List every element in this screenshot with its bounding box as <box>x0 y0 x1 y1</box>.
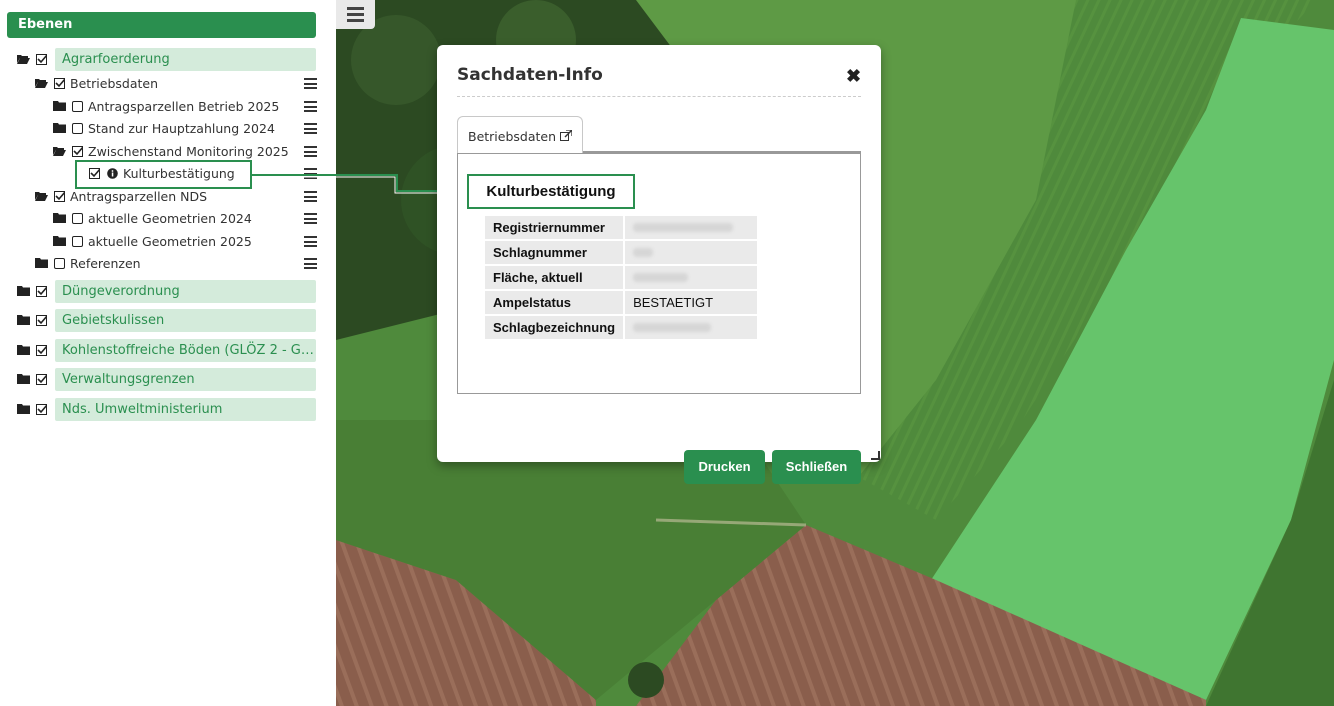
folder-icon <box>17 404 30 414</box>
folder-open-icon <box>17 55 30 64</box>
resize-handle-icon[interactable] <box>870 450 880 460</box>
folder-icon <box>53 123 66 133</box>
tree-group-umweltministerium[interactable] <box>17 398 52 420</box>
tree-group-verwaltungsgrenzen[interactable] <box>17 368 52 390</box>
tree-group-agrarfoerderung[interactable] <box>17 48 52 70</box>
folder-open-icon <box>35 192 48 201</box>
tree-group-label[interactable]: Verwaltungsgrenzen <box>55 368 316 391</box>
tree-item-geometrien-2024[interactable]: aktuelle Geometrien 2024 <box>53 207 252 229</box>
tree-item-label: aktuelle Geometrien 2025 <box>88 233 252 249</box>
tree-group-label[interactable]: Agrarfoerderung <box>55 48 316 71</box>
folder-open-icon <box>35 79 48 88</box>
external-link-icon[interactable] <box>560 129 573 142</box>
checkbox-checked-icon[interactable] <box>72 145 83 157</box>
checkbox-checked-icon[interactable] <box>36 373 47 385</box>
attribute-value <box>625 266 758 289</box>
layer-menu-icon[interactable] <box>304 78 317 89</box>
checkbox-checked-icon[interactable] <box>36 314 47 326</box>
attribute-value: BESTAETIGT <box>625 291 758 314</box>
tree-group-label[interactable]: Nds. Umweltministerium <box>55 398 316 421</box>
menu-toggle-button[interactable] <box>336 0 375 29</box>
checkbox-checked-icon[interactable] <box>36 285 47 297</box>
attribute-table: Registriernummer Schlagnummer Fläche, ak… <box>483 214 759 341</box>
table-row: Ampelstatus BESTAETIGT <box>485 291 758 314</box>
tree-item-label: Antragsparzellen Betrieb 2025 <box>88 98 280 114</box>
tree-group-kohlenstoffreiche-boeden[interactable] <box>17 339 52 361</box>
attribute-key: Registriernummer <box>485 216 624 239</box>
tree-group-label[interactable]: Düngeverordnung <box>55 280 316 303</box>
checkbox-checked-icon[interactable] <box>54 190 65 202</box>
redacted-value <box>633 323 712 332</box>
tree-group-label[interactable]: Gebietskulissen <box>55 309 316 332</box>
folder-icon <box>17 345 30 355</box>
layer-menu-icon[interactable] <box>304 213 317 224</box>
attribute-key: Schlagbezeichnung <box>485 316 624 339</box>
layer-menu-icon[interactable] <box>304 146 317 157</box>
tree-item-antragsparzellen-nds[interactable]: Antragsparzellen NDS <box>35 185 207 207</box>
checkbox-empty-icon[interactable] <box>54 257 65 269</box>
tab-label: Betriebsdaten <box>468 129 557 144</box>
attribute-value <box>625 216 758 239</box>
dialog-title: Sachdaten-Info <box>457 65 603 85</box>
tree-item-antragsparzellen-betrieb[interactable]: Antragsparzellen Betrieb 2025 <box>53 95 279 117</box>
close-button[interactable]: Schließen <box>772 450 861 484</box>
checkbox-checked-icon[interactable] <box>36 53 47 65</box>
table-row: Schlagbezeichnung <box>485 316 758 339</box>
attribute-value <box>625 241 758 264</box>
folder-icon <box>53 213 66 223</box>
attribute-key: Ampelstatus <box>485 291 624 314</box>
folder-icon <box>35 258 48 268</box>
close-icon[interactable]: ✖ <box>846 66 861 87</box>
tree-item-label: aktuelle Geometrien 2024 <box>88 210 252 226</box>
folder-icon <box>17 315 30 325</box>
layer-heading: Kulturbestätigung <box>467 174 635 209</box>
checkbox-empty-icon[interactable] <box>72 100 83 112</box>
folder-icon <box>53 236 66 246</box>
tree-group-label[interactable]: Kohlenstoffreiche Böden (GLÖZ 2 - Gebiet… <box>55 339 316 362</box>
layer-menu-icon[interactable] <box>304 123 317 134</box>
checkbox-empty-icon[interactable] <box>72 235 83 247</box>
checkbox-checked-icon[interactable] <box>36 344 47 356</box>
tree-item-zwischenstand-monitoring[interactable]: Zwischenstand Monitoring 2025 <box>53 140 289 162</box>
attribute-key: Fläche, aktuell <box>485 266 624 289</box>
folder-icon <box>17 374 30 384</box>
tree-item-label: Antragsparzellen NDS <box>70 188 208 204</box>
redacted-value <box>633 273 689 282</box>
tree-group-duengeverordnung[interactable] <box>17 280 52 302</box>
checkbox-empty-icon[interactable] <box>72 212 83 224</box>
attribute-value <box>625 316 758 339</box>
folder-icon <box>17 286 30 296</box>
layer-sidebar: Ebenen Agrarfoerderung Betriebsdaten Ant… <box>0 0 336 706</box>
table-row: Schlagnummer <box>485 241 758 264</box>
layer-menu-icon[interactable] <box>304 258 317 269</box>
tree-item-label: Stand zur Hauptzahlung 2024 <box>88 120 275 136</box>
print-button[interactable]: Drucken <box>684 450 765 484</box>
tree-item-label: Zwischenstand Monitoring 2025 <box>88 143 289 159</box>
tree-item-stand-hauptzahlung[interactable]: Stand zur Hauptzahlung 2024 <box>53 117 275 139</box>
divider <box>457 96 861 97</box>
layer-menu-icon[interactable] <box>304 101 317 112</box>
table-row: Fläche, aktuell <box>485 266 758 289</box>
redacted-value <box>633 248 654 257</box>
layers-header[interactable]: Ebenen <box>7 12 316 38</box>
tab-betriebsdaten[interactable]: Betriebsdaten <box>457 116 583 153</box>
table-row: Registriernummer <box>485 216 758 239</box>
tree-group-gebietskulissen[interactable] <box>17 309 52 331</box>
layer-menu-icon[interactable] <box>304 236 317 247</box>
folder-open-icon <box>53 147 66 156</box>
checkbox-checked-icon[interactable] <box>36 403 47 415</box>
folder-icon <box>53 101 66 111</box>
tree-item-betriebsdaten[interactable]: Betriebsdaten <box>35 72 158 94</box>
checkbox-checked-icon[interactable] <box>54 77 65 89</box>
tree-item-label: Referenzen <box>70 255 141 271</box>
tree-item-referenzen[interactable]: Referenzen <box>35 252 141 274</box>
tree-item-geometrien-2025[interactable]: aktuelle Geometrien 2025 <box>53 230 252 252</box>
checkbox-empty-icon[interactable] <box>72 122 83 134</box>
redacted-value <box>633 223 734 232</box>
tree-item-label: Betriebsdaten <box>70 75 159 91</box>
attribute-key: Schlagnummer <box>485 241 624 264</box>
